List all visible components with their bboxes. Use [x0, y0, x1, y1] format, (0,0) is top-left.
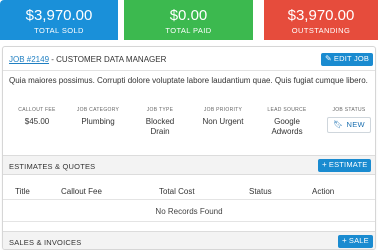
column-header-title: Title — [15, 187, 30, 196]
empty-table-message: No Records Found — [155, 207, 223, 216]
job-header: JOB #2149 - CUSTOMER DATA MANAGER ✎ EDIT … — [3, 47, 375, 71]
lead-source-value: Google Adwords — [271, 117, 303, 136]
job-priority-label: JOB PRIORITY — [203, 107, 243, 113]
sales-title: SALES & INVOICES — [9, 238, 82, 247]
outstanding-label: OUTSTANDING — [291, 26, 351, 35]
job-type-label: JOB TYPE — [146, 107, 174, 113]
total-sold-amount: $3,970.00 — [25, 7, 93, 24]
callout-fee-value: $45.00 — [24, 117, 50, 126]
total-sold-tile: $3,970.00 TOTAL SOLD — [0, 0, 118, 40]
add-estimate-button[interactable]: + ESTIMATE — [318, 159, 372, 172]
plus-icon: + — [342, 236, 347, 245]
total-sold-label: TOTAL SOLD — [34, 26, 84, 35]
total-paid-tile: $0.00 TOTAL PAID — [124, 0, 253, 40]
column-header-status: Status — [249, 187, 272, 196]
column-header-action: Action — [312, 187, 335, 196]
column-header-total-cost: Total Cost — [159, 187, 195, 196]
total-paid-label: TOTAL PAID — [165, 26, 212, 35]
job-type-value: Blocked Drain — [145, 117, 175, 136]
job-category-label: JOB CATEGORY — [76, 107, 120, 113]
job-status-label: JOB STATUS — [332, 107, 366, 113]
job-status-value: NEW — [346, 120, 365, 129]
job-status-badge[interactable]: 🔖︎ NEW — [327, 117, 371, 133]
job-card: JOB #2149 - CUSTOMER DATA MANAGER ✎ EDIT … — [2, 46, 376, 250]
job-status-field: JOB STATUS — [327, 107, 371, 113]
estimates-section-header: ESTIMATES & QUOTES + ESTIMATE — [3, 155, 375, 175]
job-type-field: JOB TYPE Blocked Drain — [138, 107, 182, 137]
column-header-callout-fee: Callout Fee — [61, 187, 102, 196]
add-sale-label: SALE — [348, 236, 369, 245]
table-bottom-divider — [3, 221, 375, 222]
stats-bar: $3,970.00 TOTAL SOLD $0.00 TOTAL PAID $3… — [0, 0, 378, 44]
plus-icon: + — [322, 160, 327, 169]
job-category-value: Plumbing — [81, 117, 115, 126]
pencil-icon: ✎ — [325, 54, 332, 63]
outstanding-amount: $3,970.00 — [287, 7, 355, 24]
callout-fee-field: CALLOUT FEE $45.00 — [17, 107, 57, 127]
add-sale-button[interactable]: + SALE — [338, 235, 373, 248]
table-header-divider — [3, 199, 375, 200]
job-category-field: JOB CATEGORY Plumbing — [75, 107, 121, 127]
add-estimate-label: ESTIMATE — [328, 160, 368, 169]
lead-source-field: LEAD SOURCE Google Adwords — [261, 107, 313, 137]
edit-job-label: EDIT JOB — [333, 54, 370, 63]
edit-job-button[interactable]: ✎ EDIT JOB — [321, 53, 374, 66]
job-title: JOB #2149 - CUSTOMER DATA MANAGER — [9, 55, 166, 64]
estimates-title: ESTIMATES & QUOTES — [9, 162, 96, 171]
job-title-suffix: - CUSTOMER DATA MANAGER — [49, 55, 167, 64]
job-priority-field: JOB PRIORITY Non Urgent — [196, 107, 250, 127]
sales-section-header: SALES & INVOICES + SALE — [3, 231, 375, 249]
job-priority-value: Non Urgent — [202, 117, 244, 126]
job-number-link[interactable]: JOB #2149 — [9, 55, 49, 64]
job-description: Quia maiores possimus. Corrupti dolore v… — [9, 76, 368, 85]
callout-fee-label: CALLOUT FEE — [18, 107, 56, 113]
total-paid-amount: $0.00 — [169, 7, 208, 24]
bookmark-icon: 🔖︎ — [333, 120, 344, 129]
lead-source-label: LEAD SOURCE — [267, 107, 307, 113]
outstanding-tile: $3,970.00 OUTSTANDING — [264, 0, 378, 40]
